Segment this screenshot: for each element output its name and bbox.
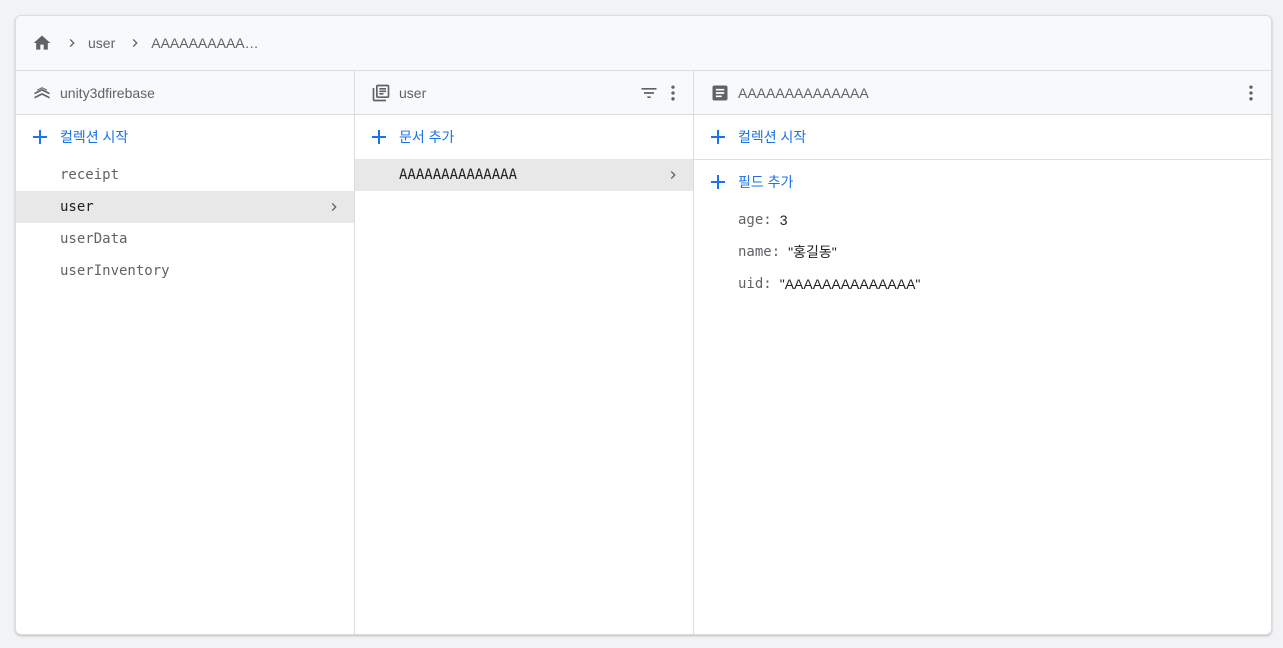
chevron-right-icon: [665, 167, 681, 183]
breadcrumb-item-collection[interactable]: user: [88, 35, 115, 51]
chevron-right-icon: [326, 199, 342, 215]
collection-item-receipt[interactable]: receipt: [16, 159, 354, 191]
root-panel: unity3dfirebase 컬렉션 시작 receipt user user…: [16, 71, 355, 634]
document-panel-title: AAAAAAAAAAAAAA: [738, 84, 869, 101]
collection-panel: user 문서 추가 AAAAAAAAAAAAAA: [355, 71, 694, 634]
add-icon: [710, 174, 726, 190]
field-row-uid[interactable]: uid: "AAAAAAAAAAAAAA": [694, 268, 1271, 300]
field-value: "AAAAAAAAAAAAAA": [779, 276, 921, 292]
document-panel: AAAAAAAAAAAAAA 컬렉션 시작 필드 추가 age: 3 name:…: [694, 71, 1271, 634]
home-icon[interactable]: [32, 33, 52, 53]
field-row-age[interactable]: age: 3: [694, 204, 1271, 236]
field-row-name[interactable]: name: "홍길동": [694, 236, 1271, 268]
document-icon: [710, 83, 730, 103]
more-vert-icon[interactable]: [661, 81, 685, 105]
chevron-right-icon: [64, 35, 80, 51]
add-document-label: 문서 추가: [399, 129, 455, 145]
root-panel-title: unity3dfirebase: [60, 84, 155, 101]
start-subcollection-button[interactable]: 컬렉션 시작: [694, 115, 1271, 160]
more-vert-icon[interactable]: [1239, 81, 1263, 105]
field-list: age: 3 name: "홍길동" uid: "AAAAAAAAAAAAAA": [694, 204, 1271, 300]
start-subcollection-label: 컬렉션 시작: [738, 129, 807, 145]
start-collection-label: 컬렉션 시작: [60, 129, 129, 145]
collection-item-label: userData: [60, 231, 128, 247]
add-icon: [371, 129, 387, 145]
add-field-label: 필드 추가: [738, 174, 794, 190]
field-key: uid:: [738, 276, 772, 292]
collection-item-userinventory[interactable]: userInventory: [16, 255, 354, 287]
field-value: 3: [779, 212, 788, 228]
add-icon: [710, 129, 726, 145]
collection-item-label: userInventory: [60, 263, 170, 279]
document-panel-header: AAAAAAAAAAAAAA: [694, 71, 1271, 115]
start-collection-button[interactable]: 컬렉션 시작: [16, 115, 354, 159]
filter-icon[interactable]: [637, 81, 661, 105]
document-list: AAAAAAAAAAAAAA: [355, 159, 693, 191]
add-field-button[interactable]: 필드 추가: [694, 160, 1271, 204]
panels: unity3dfirebase 컬렉션 시작 receipt user user…: [16, 71, 1271, 634]
collection-panel-title: user: [399, 84, 427, 101]
collection-icon: [371, 83, 391, 103]
breadcrumb: user AAAAAAAAAAA...: [16, 16, 1271, 71]
field-key: name:: [738, 244, 781, 260]
document-item-label: AAAAAAAAAAAAAA: [399, 167, 518, 183]
add-icon: [32, 129, 48, 145]
firestore-data-viewer: user AAAAAAAAAAA... unity3dfirebase 컬렉션 …: [15, 15, 1272, 635]
collection-item-user[interactable]: user: [16, 191, 354, 223]
chevron-right-icon: [127, 35, 143, 51]
field-key: age:: [738, 212, 772, 228]
firestore-icon: [32, 83, 52, 103]
breadcrumb-item-document[interactable]: AAAAAAAAAAA...: [151, 35, 263, 51]
document-item[interactable]: AAAAAAAAAAAAAA: [355, 159, 693, 191]
collection-item-label: user: [60, 199, 94, 215]
collection-item-label: receipt: [60, 167, 120, 183]
root-panel-header: unity3dfirebase: [16, 71, 354, 115]
collection-item-userdata[interactable]: userData: [16, 223, 354, 255]
add-document-button[interactable]: 문서 추가: [355, 115, 693, 159]
collection-panel-header: user: [355, 71, 693, 115]
field-value: "홍길동": [788, 244, 837, 260]
collection-list: receipt user userData userInventory: [16, 159, 354, 287]
